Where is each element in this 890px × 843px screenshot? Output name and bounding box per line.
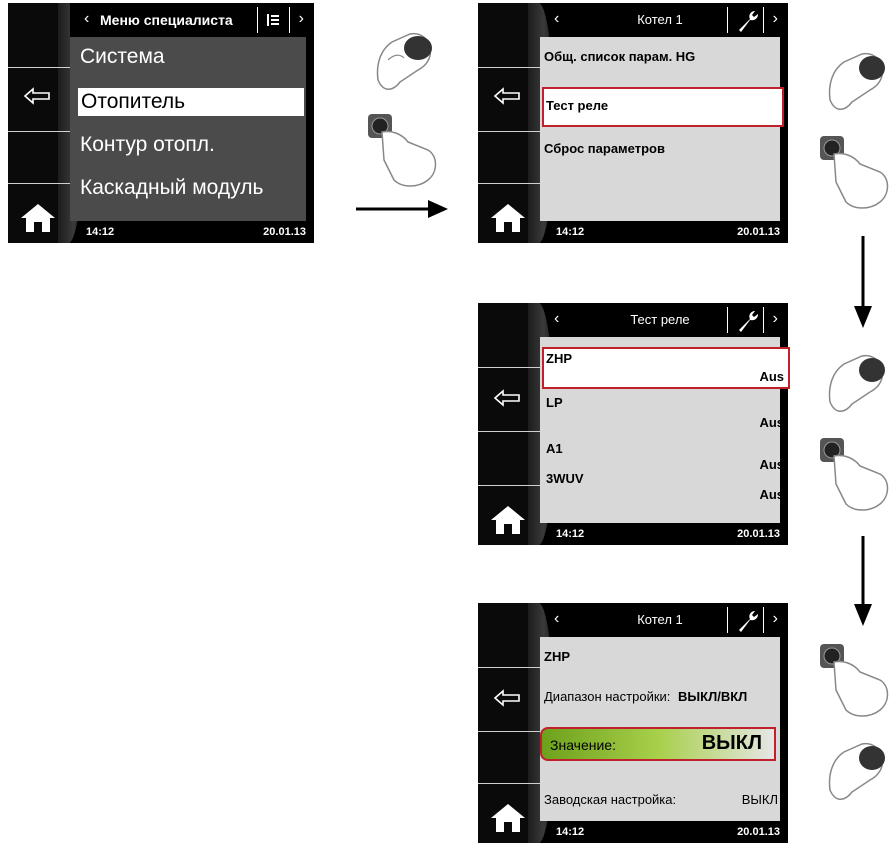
down-arrow-icon (854, 536, 872, 626)
menu-item-heating-circuit[interactable]: Контур отопл. (80, 133, 215, 157)
down-arrow-icon (854, 236, 872, 328)
relay-name: ZHP (546, 351, 572, 366)
sidebar (478, 303, 554, 545)
clock: 14:12 (556, 528, 585, 540)
right-arrow-icon (356, 200, 448, 218)
menu-item-heater-selected[interactable]: Отопитель (78, 88, 304, 116)
wrench-icon[interactable] (736, 9, 760, 33)
back-arrow-icon[interactable] (22, 85, 52, 107)
press-knob-hand-icon (820, 644, 889, 717)
date: 20.01.13 (737, 528, 780, 540)
home-icon[interactable] (488, 801, 528, 835)
screen-title: Котел 1 (637, 12, 683, 27)
next-chevron-icon[interactable]: › (299, 10, 304, 28)
relay-name: 3WUV (546, 471, 584, 486)
relay-value: Aus (759, 415, 784, 430)
turn-knob-hand-icon (828, 52, 885, 110)
factory-setting-value: ВЫКЛ (741, 792, 778, 807)
date: 20.01.13 (737, 226, 780, 238)
previous-chevron-icon[interactable]: ‹ (554, 310, 559, 328)
parameter-name: ZHP (544, 649, 570, 664)
value-label: Значение: (550, 737, 616, 753)
press-knob-hand-icon (820, 438, 889, 511)
factory-setting-row: Заводская настройка: ВЫКЛ (544, 792, 778, 807)
clock: 14:12 (556, 826, 585, 838)
wrench-icon[interactable] (736, 309, 760, 333)
menu-item-general-params[interactable]: Общ. список парам. HG (544, 49, 695, 64)
clock: 14:12 (556, 226, 585, 238)
value-field-selected[interactable]: Значение: ВЫКЛ (540, 727, 776, 761)
press-knob-hand-icon (368, 114, 437, 187)
menu-item-label: Отопитель (81, 90, 186, 113)
previous-chevron-icon[interactable]: ‹ (554, 10, 559, 28)
next-chevron-icon[interactable]: › (773, 610, 778, 628)
relay-value: Aus (759, 487, 784, 502)
menu-item-cascade-module[interactable]: Каскадный модуль (80, 176, 263, 200)
previous-chevron-icon[interactable]: ‹ (554, 610, 559, 628)
menu-item-reset-params[interactable]: Сброс параметров (544, 141, 665, 156)
press-knob-hand-icon (820, 136, 889, 209)
previous-chevron-icon[interactable]: ‹ (84, 10, 89, 28)
wrench-icon[interactable] (736, 609, 760, 633)
back-arrow-icon[interactable] (492, 687, 522, 709)
back-arrow-icon[interactable] (492, 387, 522, 409)
relay-row-zhp-selected[interactable]: ZHP Aus (542, 347, 790, 389)
screen-zhp-setting: ‹ Котел 1 › ZHP Диапазон настройки: ВЫКЛ… (478, 603, 788, 843)
turn-knob-hand-icon (376, 32, 432, 90)
setting-range-row: Диапазон настройки: ВЫКЛ/ВКЛ (544, 689, 747, 704)
relay-row-3wuv[interactable]: 3WUV Aus (542, 469, 790, 511)
home-icon[interactable] (488, 503, 528, 537)
setting-range-value: ВЫКЛ/ВКЛ (678, 689, 748, 704)
relay-value: Aus (759, 369, 784, 384)
date: 20.01.13 (737, 826, 780, 838)
value-display: ВЫКЛ (701, 732, 762, 754)
sidebar (478, 603, 554, 843)
menu-item-label: Тест реле (546, 98, 609, 113)
home-icon[interactable] (18, 201, 58, 235)
menu-item-system[interactable]: Система (80, 45, 165, 69)
turn-knob-hand-icon (828, 354, 885, 412)
back-arrow-icon[interactable] (492, 85, 522, 107)
turn-knob-hand-icon (828, 742, 885, 800)
date: 20.01.13 (263, 226, 306, 238)
next-chevron-icon[interactable]: › (773, 10, 778, 28)
setting-range-label: Диапазон настройки: (544, 689, 671, 704)
menu-item-relay-test-selected[interactable]: Тест реле (542, 87, 784, 127)
clock: 14:12 (86, 226, 115, 238)
screen-relay-test: ‹ Тест реле › ZHP Aus LP Aus A1 Aus 3WUV… (478, 303, 790, 545)
screen-title: Котел 1 (637, 612, 683, 627)
screen-title: Меню специалиста (100, 12, 233, 28)
list-menu-icon[interactable] (266, 13, 280, 27)
factory-setting-label: Заводская настройка: (544, 792, 677, 807)
relay-name: LP (546, 395, 563, 410)
screen-boiler-1: ‹ Котел 1 › Общ. список парам. HG Тест р… (478, 3, 788, 243)
relay-name: A1 (546, 441, 563, 456)
relay-row-lp[interactable]: LP Aus (542, 393, 790, 433)
home-icon[interactable] (488, 201, 528, 235)
next-chevron-icon[interactable]: › (773, 310, 778, 328)
screen-title: Тест реле (630, 312, 690, 327)
sidebar (478, 3, 554, 243)
sidebar (8, 3, 84, 243)
screen-specialist-menu: ‹ Меню специалиста › Система Отопитель К… (8, 3, 314, 243)
